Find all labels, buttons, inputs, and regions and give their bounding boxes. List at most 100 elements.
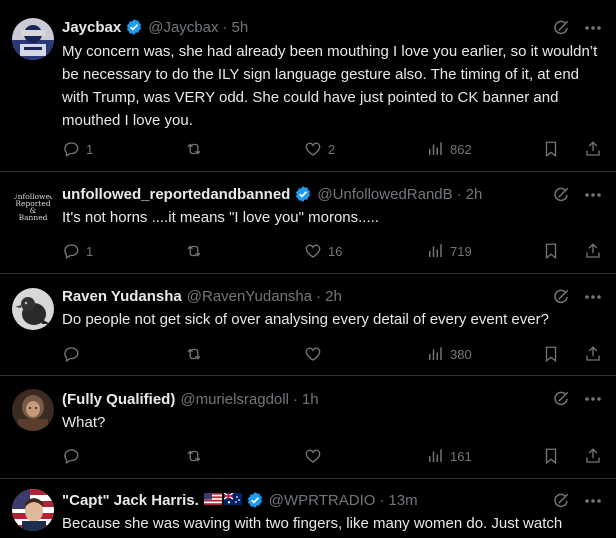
repost-icon	[184, 345, 204, 363]
reply-count: 1	[86, 243, 94, 259]
views-chart-icon	[426, 447, 444, 465]
separator-dot: ·	[222, 18, 228, 36]
avatar[interactable]	[12, 389, 54, 431]
repost-button[interactable]	[184, 239, 210, 263]
repost-icon	[184, 447, 204, 465]
post-time[interactable]: 5h	[231, 19, 248, 36]
user-handle[interactable]: @RavenYudansha	[187, 288, 312, 305]
views-button[interactable]: 161	[426, 444, 472, 468]
like-button[interactable]: 2	[304, 137, 335, 161]
more-options-icon[interactable]	[584, 396, 602, 402]
separator-dot: ·	[379, 491, 385, 509]
post-actions: 1 2 862	[62, 137, 602, 161]
display-name[interactable]: unfollowed_reportedandbanned	[62, 186, 290, 203]
post-header: Jaycbax @Jaycbax · 5h	[62, 16, 248, 38]
like-button[interactable]	[304, 444, 328, 468]
like-button[interactable]	[304, 342, 328, 366]
post-text: My concern was, she had already been mou…	[62, 43, 598, 129]
avatar[interactable]	[12, 489, 54, 531]
grok-icon[interactable]	[552, 19, 570, 37]
post-time[interactable]: 2h	[325, 288, 342, 305]
post-text: What?	[62, 414, 106, 431]
post[interactable]: Raven Yudansha @RavenYudansha · 2h Do pe…	[0, 274, 616, 376]
post-time[interactable]: 2h	[466, 186, 483, 203]
bookmark-button[interactable]	[542, 239, 560, 263]
user-handle[interactable]: @WPRTRADIO	[269, 492, 376, 509]
more-options-icon[interactable]	[584, 25, 602, 31]
separator-dot: ·	[292, 390, 298, 408]
post-header: (Fully Qualified) @murielsragdoll · 1h	[62, 388, 319, 410]
share-button[interactable]	[584, 444, 602, 468]
share-icon	[584, 345, 602, 363]
reply-icon	[62, 242, 80, 260]
user-handle[interactable]: @murielsragdoll	[180, 391, 289, 408]
user-handle[interactable]: @Jaycbax	[148, 19, 218, 36]
reply-button[interactable]: 1	[62, 137, 93, 161]
more-options-icon[interactable]	[584, 192, 602, 198]
repost-button[interactable]	[184, 137, 210, 161]
verified-badge-icon	[246, 491, 264, 509]
grok-icon[interactable]	[552, 390, 570, 408]
post[interactable]: (Fully Qualified) @murielsragdoll · 1h W…	[0, 376, 616, 479]
avatar-logo-text: Unfollowed Reported & Banned	[12, 186, 54, 228]
flag-emojis	[203, 491, 242, 509]
more-options-icon[interactable]	[584, 498, 602, 504]
reply-button[interactable]	[62, 444, 86, 468]
reply-count: 1	[86, 141, 94, 157]
share-icon	[584, 447, 602, 465]
share-icon	[584, 242, 602, 260]
views-button[interactable]: 380	[426, 342, 472, 366]
separator-dot: ·	[456, 185, 462, 203]
more-options-icon[interactable]	[584, 294, 602, 300]
display-name[interactable]: (Fully Qualified)	[62, 391, 175, 408]
post-text: Do people not get sick of over analysing…	[62, 311, 549, 328]
grok-icon[interactable]	[552, 492, 570, 510]
display-name[interactable]: Raven Yudansha	[62, 288, 182, 305]
verified-badge-icon	[125, 18, 143, 36]
post-top-actions	[552, 19, 602, 37]
display-name[interactable]: "Capt" Jack Harris.	[62, 492, 199, 509]
bookmark-button[interactable]	[542, 137, 560, 161]
grok-icon[interactable]	[552, 288, 570, 306]
user-handle[interactable]: @UnfollowedRandB	[317, 186, 452, 203]
post-text: It's not horns ....it means "I love you"…	[62, 209, 379, 226]
share-button[interactable]	[584, 239, 602, 263]
us-flag-icon	[203, 492, 222, 509]
share-button[interactable]	[584, 137, 602, 161]
view-count: 862	[450, 141, 472, 157]
grok-icon[interactable]	[552, 186, 570, 204]
avatar[interactable]	[12, 288, 54, 330]
repost-button[interactable]	[184, 342, 210, 366]
post[interactable]: "Capt" Jack Harris. @WPRTRADIO · 13m Bec…	[0, 479, 616, 538]
post[interactable]: Jaycbax @Jaycbax · 5h My concern was, sh…	[0, 0, 616, 172]
share-button[interactable]	[584, 342, 602, 366]
post-top-actions	[552, 186, 602, 204]
reply-button[interactable]: 1	[62, 239, 93, 263]
post-time[interactable]: 1h	[302, 391, 319, 408]
share-icon	[584, 140, 602, 158]
views-button[interactable]: 719	[426, 239, 472, 263]
bookmark-button[interactable]	[542, 342, 560, 366]
post-time[interactable]: 13m	[388, 492, 417, 509]
avatar[interactable]: Unfollowed Reported & Banned	[12, 186, 54, 228]
post-actions: 1 16 719	[62, 239, 602, 263]
bookmark-icon	[542, 345, 560, 363]
views-chart-icon	[426, 242, 444, 260]
post-top-actions	[552, 288, 602, 306]
repost-button[interactable]	[184, 444, 210, 468]
views-button[interactable]: 862	[426, 137, 472, 161]
like-button[interactable]: 16	[304, 239, 342, 263]
view-count: 161	[450, 448, 472, 464]
avatar[interactable]	[12, 18, 54, 60]
like-count: 2	[328, 141, 336, 157]
like-count: 16	[328, 243, 343, 259]
views-chart-icon	[426, 140, 444, 158]
display-name[interactable]: Jaycbax	[62, 19, 121, 36]
heart-icon	[304, 447, 322, 465]
au-flag-icon	[223, 491, 242, 509]
post-header: "Capt" Jack Harris. @WPRTRADIO · 13m	[62, 489, 418, 511]
timeline-feed: Jaycbax @Jaycbax · 5h My concern was, sh…	[0, 0, 616, 538]
post[interactable]: Unfollowed Reported & Banned unfollowed_…	[0, 172, 616, 274]
bookmark-button[interactable]	[542, 444, 560, 468]
reply-button[interactable]	[62, 342, 86, 366]
